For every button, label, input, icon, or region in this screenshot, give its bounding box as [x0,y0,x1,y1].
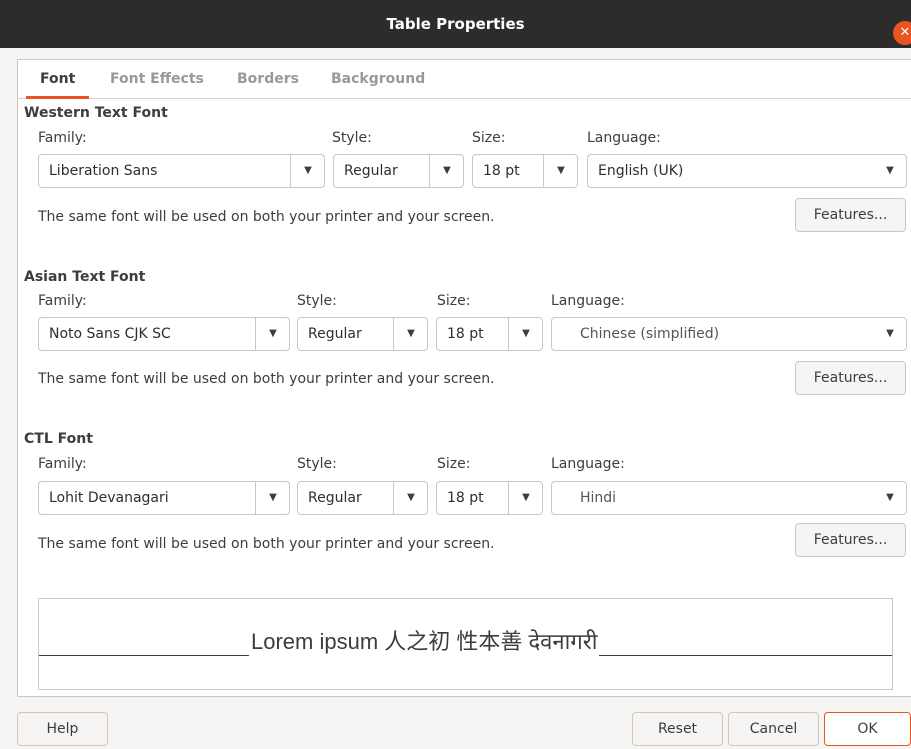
ctl-section-title: CTL Font [24,431,93,447]
western-size-combo[interactable]: 18 pt ▼ [472,154,578,188]
tab-label: Font Effects [110,71,204,87]
asian-features-button[interactable]: Features... [795,361,906,395]
tab-label: Font [40,71,76,87]
font-preview: Lorem ipsum 人之初 性本善 देवनागरी [38,598,893,690]
ctl-style-value: Regular [308,490,362,506]
western-family-combo[interactable]: Liberation Sans ▼ [38,154,325,188]
western-language-combo[interactable]: English (UK) ▼ [587,154,907,188]
ctl-size-label: Size: [437,456,471,472]
tab-borders[interactable]: Borders [237,60,299,98]
chevron-down-icon[interactable]: ▼ [393,318,429,350]
ctl-features-button[interactable]: Features... [795,523,906,557]
tab-label: Background [331,71,426,87]
chevron-down-icon[interactable]: ▼ [543,155,579,187]
asian-style-value: Regular [308,326,362,342]
cancel-button[interactable]: Cancel [728,712,819,746]
chevron-down-icon[interactable]: ▼ [508,482,544,514]
tab-font-effects[interactable]: Font Effects [110,60,204,98]
asian-language-label: Language: [551,293,625,309]
tab-label: Borders [237,71,299,87]
chevron-down-icon[interactable]: ▼ [255,482,291,514]
ok-button[interactable]: OK [824,712,911,746]
western-language-value: English (UK) [598,163,684,179]
ctl-note: The same font will be used on both your … [38,536,495,552]
chevron-down-icon[interactable]: ▼ [872,318,908,350]
western-family-label: Family: [38,130,87,146]
asian-family-label: Family: [38,293,87,309]
chevron-down-icon[interactable]: ▼ [508,318,544,350]
chevron-down-icon[interactable]: ▼ [872,155,908,187]
western-style-combo[interactable]: Regular ▼ [333,154,464,188]
tab-font[interactable]: Font [26,60,90,99]
western-features-button[interactable]: Features... [795,198,906,232]
western-section-title: Western Text Font [24,105,168,121]
active-tab-indicator [26,96,90,99]
chevron-down-icon[interactable]: ▼ [290,155,326,187]
western-language-label: Language: [587,130,661,146]
western-style-label: Style: [332,130,372,146]
chevron-down-icon[interactable]: ▼ [393,482,429,514]
western-size-label: Size: [472,130,506,146]
preview-text: Lorem ipsum 人之初 性本善 देवनागरी [249,627,600,657]
ctl-family-combo[interactable]: Lohit Devanagari ▼ [38,481,290,515]
ctl-language-label: Language: [551,456,625,472]
help-button[interactable]: Help [17,712,108,746]
tab-background[interactable]: Background [331,60,425,98]
close-icon[interactable]: ✕ [893,21,911,45]
western-style-value: Regular [344,163,398,179]
asian-family-combo[interactable]: Noto Sans CJK SC ▼ [38,317,290,351]
ctl-size-combo[interactable]: 18 pt ▼ [436,481,543,515]
title-bar: Table Properties ✕ [0,0,911,48]
asian-size-label: Size: [437,293,471,309]
reset-button[interactable]: Reset [632,712,723,746]
ctl-language-combo[interactable]: Hindi ▼ [551,481,907,515]
window-title: Table Properties [386,15,525,33]
chevron-down-icon[interactable]: ▼ [255,318,291,350]
ctl-style-label: Style: [297,456,337,472]
ctl-size-value: 18 pt [447,490,484,506]
asian-language-combo[interactable]: Chinese (simplified) ▼ [551,317,907,351]
chevron-down-icon[interactable]: ▼ [872,482,908,514]
ctl-style-combo[interactable]: Regular ▼ [297,481,428,515]
chevron-down-icon[interactable]: ▼ [429,155,465,187]
asian-note: The same font will be used on both your … [38,371,495,387]
tab-bar: Font Font Effects Borders Background [18,60,911,99]
asian-family-value: Noto Sans CJK SC [49,326,171,342]
western-note: The same font will be used on both your … [38,209,495,225]
asian-size-value: 18 pt [447,326,484,342]
asian-language-value: Chinese (simplified) [580,326,720,342]
asian-style-combo[interactable]: Regular ▼ [297,317,428,351]
ctl-language-value: Hindi [580,490,617,506]
asian-style-label: Style: [297,293,337,309]
asian-section-title: Asian Text Font [24,269,146,285]
western-size-value: 18 pt [483,163,520,179]
asian-size-combo[interactable]: 18 pt ▼ [436,317,543,351]
ctl-family-label: Family: [38,456,87,472]
western-family-value: Liberation Sans [49,163,158,179]
ctl-family-value: Lohit Devanagari [49,490,169,506]
